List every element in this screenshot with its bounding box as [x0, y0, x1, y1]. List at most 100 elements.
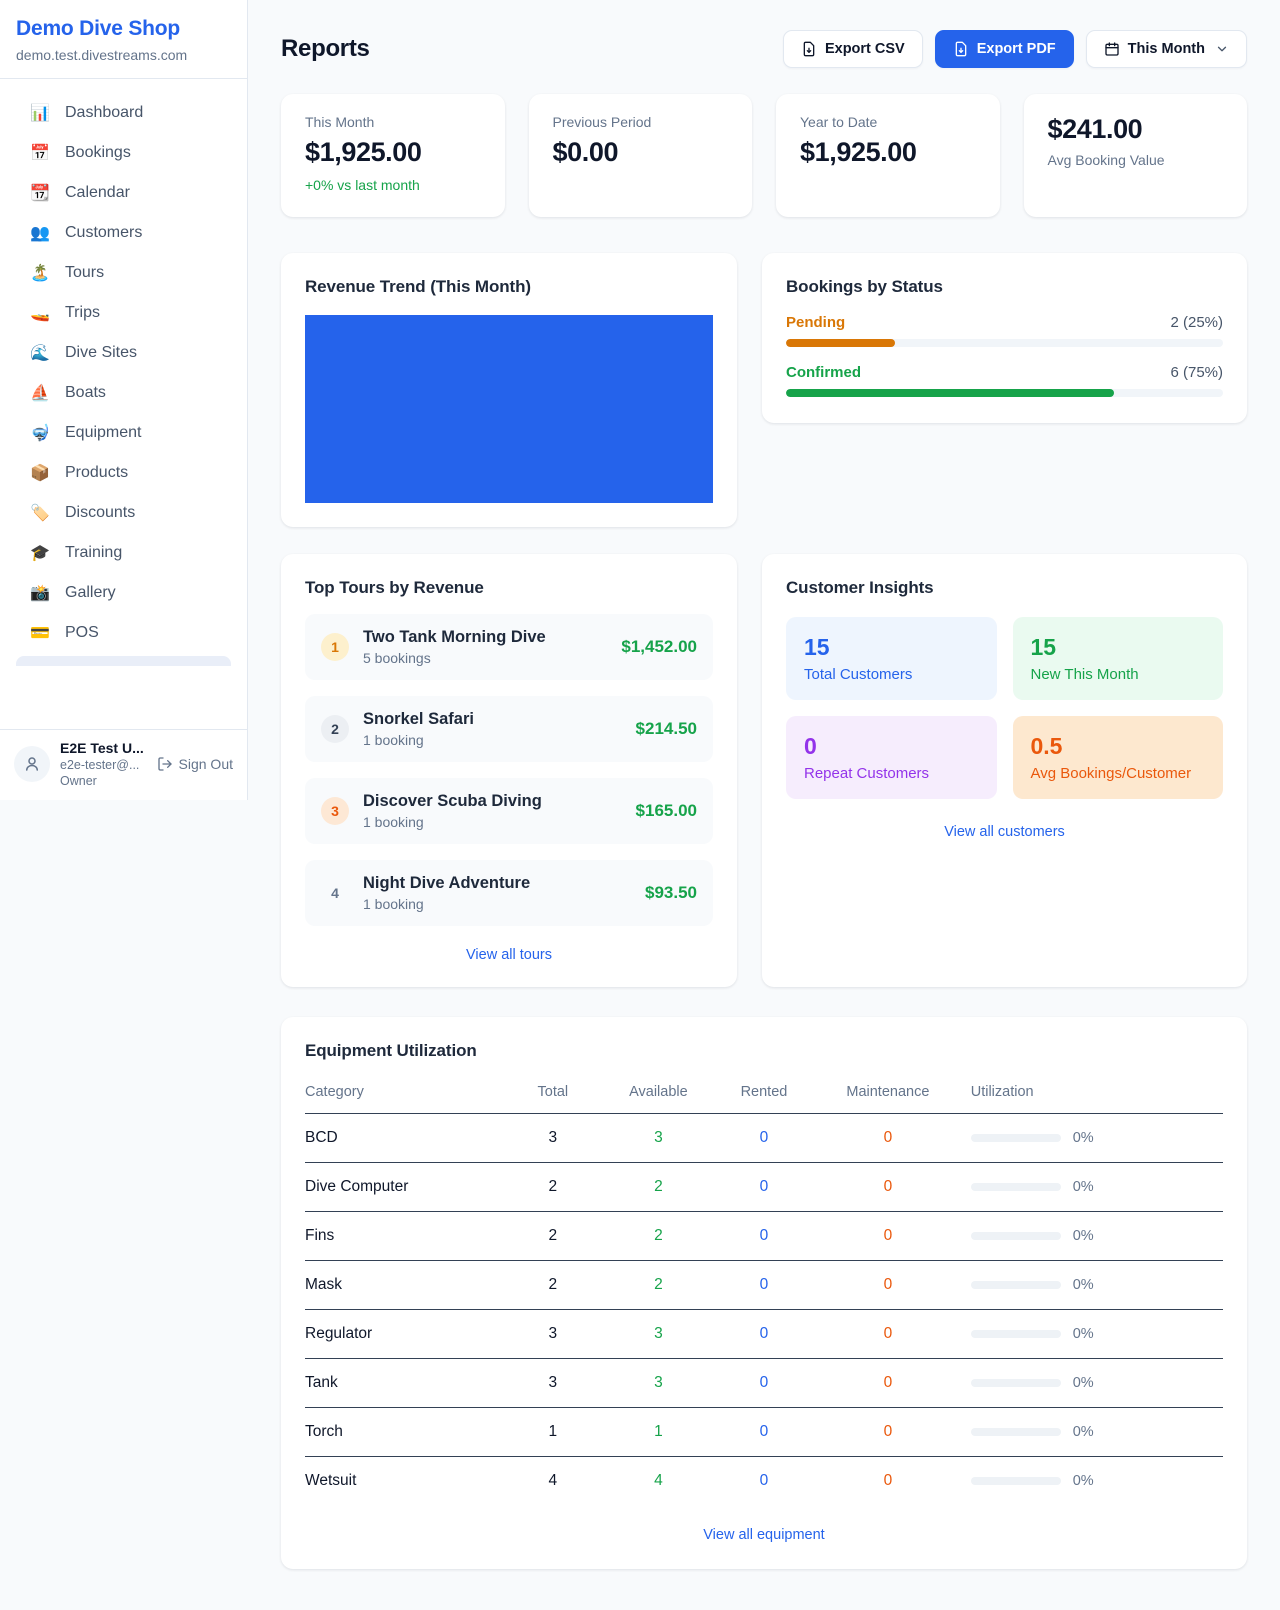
sidebar-item-label: Calendar	[65, 184, 130, 202]
sidebar-item-label: Bookings	[65, 144, 131, 162]
rank-badge: 4	[321, 879, 349, 907]
tour-row[interactable]: 3 Discover Scuba Diving 1 booking $165.0…	[305, 778, 713, 844]
utilization-percent: 0%	[1073, 1424, 1094, 1440]
customer-insights-card: Customer Insights 15 Total Customers 15 …	[762, 554, 1247, 987]
utilization-bar	[971, 1330, 1061, 1338]
export-csv-button[interactable]: Export CSV	[783, 30, 923, 68]
tile-avg-bookings-customer: 0.5 Avg Bookings/Customer	[1013, 716, 1224, 799]
bookings-icon: 📅	[30, 143, 50, 163]
sidebar-item-trips[interactable]: 🚤 Trips	[8, 293, 239, 333]
sidebar-item-label: Products	[65, 464, 128, 482]
tour-bookings: 1 booking	[363, 732, 622, 748]
user-footer: E2E Test U... e2e-tester@... Owner Sign …	[0, 729, 247, 800]
discounts-icon: 🏷️	[30, 503, 50, 523]
period-selector[interactable]: This Month	[1086, 30, 1247, 68]
sidebar-item-pos[interactable]: 💳 POS	[8, 613, 239, 653]
sign-out-button[interactable]: Sign Out	[157, 756, 233, 772]
stat-value: $0.00	[553, 137, 729, 168]
tours-icon: 🏝️	[30, 263, 50, 283]
tour-row[interactable]: 2 Snorkel Safari 1 booking $214.50	[305, 696, 713, 762]
export-pdf-label: Export PDF	[977, 41, 1056, 57]
table-row: Torch 1 1 0 0 0%	[305, 1408, 1223, 1457]
utilization-percent: 0%	[1073, 1326, 1094, 1342]
sidebar-item-label: Tours	[65, 264, 104, 282]
table-row: Fins 2 2 0 0 0%	[305, 1212, 1223, 1261]
dashboard-icon: 📊	[30, 103, 50, 123]
table-header-row: Category Total Available Rented Maintena…	[305, 1076, 1223, 1114]
top-tours-title: Top Tours by Revenue	[305, 578, 713, 598]
file-download-icon	[801, 41, 817, 57]
table-row: Tank 3 3 0 0 0%	[305, 1359, 1223, 1408]
sign-out-label: Sign Out	[179, 756, 233, 772]
user-info: E2E Test U... e2e-tester@... Owner	[60, 740, 147, 788]
export-pdf-button[interactable]: Export PDF	[935, 30, 1074, 68]
logout-icon	[157, 756, 173, 772]
pos-icon: 💳	[30, 623, 50, 643]
avatar	[14, 746, 50, 782]
training-icon: 🎓	[30, 543, 50, 563]
tile-total-customers: 15 Total Customers	[786, 617, 997, 700]
boats-icon: ⛵	[30, 383, 50, 403]
sidebar-item-calendar[interactable]: 📆 Calendar	[8, 173, 239, 213]
table-row: Regulator 3 3 0 0 0%	[305, 1310, 1223, 1359]
sidebar-item-label: Discounts	[65, 504, 135, 522]
stat-card-year-to-date: Year to Date $1,925.00	[776, 94, 1000, 217]
sidebar-item-label: Training	[65, 544, 122, 562]
shop-name: Demo Dive Shop	[16, 17, 231, 41]
sidebar-item-label: Dive Sites	[65, 344, 137, 362]
tour-row[interactable]: 1 Two Tank Morning Dive 5 bookings $1,45…	[305, 614, 713, 680]
top-tours-card: Top Tours by Revenue 1 Two Tank Morning …	[281, 554, 737, 987]
stat-delta: +0% vs last month	[305, 177, 481, 193]
sidebar-item-products[interactable]: 📦 Products	[8, 453, 239, 493]
sidebar-item-label: Dashboard	[65, 104, 143, 122]
sidebar: Demo Dive Shop demo.test.divestreams.com…	[0, 0, 248, 800]
tour-revenue: $1,452.00	[621, 637, 697, 657]
tile-new-this-month: 15 New This Month	[1013, 617, 1224, 700]
tile-repeat-customers: 0 Repeat Customers	[786, 716, 997, 799]
sidebar-item-customers[interactable]: 👥 Customers	[8, 213, 239, 253]
dive-sites-icon: 🌊	[30, 343, 50, 363]
user-role: Owner	[60, 774, 147, 788]
insights-row: Top Tours by Revenue 1 Two Tank Morning …	[281, 554, 1247, 987]
equipment-utilization-card: Equipment Utilization Category Total Ava…	[281, 1017, 1247, 1569]
person-icon	[23, 755, 41, 773]
stat-label: This Month	[305, 114, 481, 130]
tour-name: Snorkel Safari	[363, 710, 622, 729]
tour-name: Night Dive Adventure	[363, 874, 631, 893]
view-all-customers-link[interactable]: View all customers	[786, 824, 1223, 840]
sidebar-item-training[interactable]: 🎓 Training	[8, 533, 239, 573]
utilization-bar	[971, 1183, 1061, 1191]
sidebar-item-bookings[interactable]: 📅 Bookings	[8, 133, 239, 173]
tile-value: 15	[804, 634, 979, 661]
period-label: This Month	[1128, 41, 1205, 57]
rank-badge: 2	[321, 715, 349, 743]
sidebar-item-discounts[interactable]: 🏷️ Discounts	[8, 493, 239, 533]
utilization-bar	[971, 1134, 1061, 1142]
view-all-equipment-link[interactable]: View all equipment	[305, 1527, 1223, 1543]
sidebar-item-dive-sites[interactable]: 🌊 Dive Sites	[8, 333, 239, 373]
equipment-utilization-title: Equipment Utilization	[305, 1041, 1223, 1061]
stat-label: Year to Date	[800, 114, 976, 130]
sidebar-item-label: Customers	[65, 224, 142, 242]
status-row-pending: Pending 2 (25%)	[786, 314, 1223, 347]
sidebar-item-dashboard[interactable]: 📊 Dashboard	[8, 93, 239, 133]
sidebar-item-reports-partial[interactable]	[16, 656, 231, 666]
view-all-tours-link[interactable]: View all tours	[305, 947, 713, 963]
tour-row[interactable]: 4 Night Dive Adventure 1 booking $93.50	[305, 860, 713, 926]
charts-row: Revenue Trend (This Month) Bookings by S…	[281, 253, 1247, 527]
gallery-icon: 📸	[30, 583, 50, 603]
column-category: Category	[305, 1076, 498, 1114]
utilization-bar	[971, 1281, 1061, 1289]
equipment-table: Category Total Available Rented Maintena…	[305, 1076, 1223, 1505]
sidebar-item-gallery[interactable]: 📸 Gallery	[8, 573, 239, 613]
main-content: Reports Export CSV Export PDF This Month…	[248, 0, 1280, 1609]
brand-header: Demo Dive Shop demo.test.divestreams.com	[0, 0, 247, 79]
sidebar-item-equipment[interactable]: 🤿 Equipment	[8, 413, 239, 453]
table-row: BCD 3 3 0 0 0%	[305, 1114, 1223, 1163]
bookings-by-status-title: Bookings by Status	[786, 277, 1223, 297]
shop-domain: demo.test.divestreams.com	[16, 47, 231, 63]
sidebar-item-boats[interactable]: ⛵ Boats	[8, 373, 239, 413]
tile-label: Repeat Customers	[804, 765, 979, 782]
sidebar-item-tours[interactable]: 🏝️ Tours	[8, 253, 239, 293]
tile-label: Avg Bookings/Customer	[1031, 765, 1206, 782]
